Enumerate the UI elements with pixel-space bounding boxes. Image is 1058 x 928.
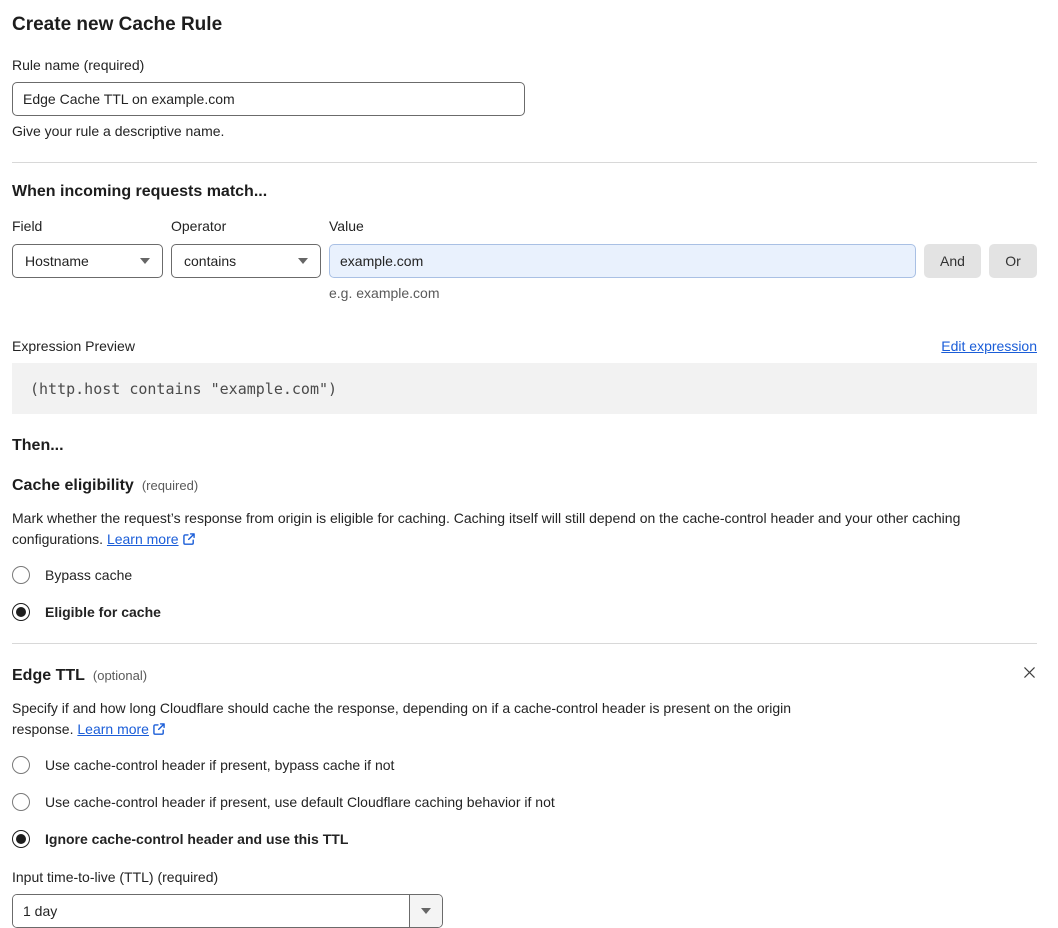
ttl-select[interactable]	[12, 894, 443, 928]
expression-preview-label: Expression Preview	[12, 338, 135, 354]
radio-option-eligible-for-cache[interactable]: Eligible for cache	[12, 603, 1037, 621]
rule-name-input[interactable]	[12, 82, 525, 116]
value-helper: e.g. example.com	[329, 285, 440, 301]
learn-more-link[interactable]: Learn more	[107, 531, 196, 547]
cache-eligibility-description: Mark whether the request’s response from…	[12, 510, 961, 547]
radio-icon	[12, 566, 30, 584]
or-button[interactable]: Or	[989, 244, 1037, 278]
create-cache-rule-form: Create new Cache Rule Rule name (require…	[12, 14, 1037, 928]
cache-eligibility-heading: Cache eligibility	[12, 477, 134, 494]
match-heading: When incoming requests match...	[12, 183, 268, 200]
then-heading: Then...	[12, 437, 64, 454]
radio-option-label: Use cache-control header if present, byp…	[45, 757, 395, 773]
cache-eligibility-options: Bypass cache Eligible for cache	[12, 566, 1037, 621]
radio-icon	[12, 830, 30, 848]
requirement-badge: (optional)	[92, 668, 148, 683]
match-builder: Field Operator Value Hostname contains A…	[12, 218, 1037, 302]
value-label: Value	[329, 218, 364, 234]
radio-icon	[12, 603, 30, 621]
field-label: Field	[12, 218, 43, 234]
ttl-input[interactable]	[13, 895, 409, 927]
page-title: Create new Cache Rule	[12, 14, 223, 35]
external-link-icon	[153, 723, 165, 735]
expression-code: (http.host contains "example.com")	[30, 379, 338, 398]
chevron-down-icon	[140, 258, 150, 264]
rule-name-block: Rule name (required) Give your rule a de…	[12, 57, 1037, 140]
external-link-icon	[182, 533, 195, 545]
radio-icon	[12, 793, 30, 811]
radio-option-label: Eligible for cache	[45, 604, 161, 620]
edge-ttl-header: Edge TTL (optional)	[12, 665, 1037, 685]
edge-ttl-options: Use cache-control header if present, byp…	[12, 756, 1037, 848]
section-divider	[12, 162, 1037, 163]
edit-expression-link[interactable]: Edit expression	[941, 338, 1037, 354]
ttl-label: Input time-to-live (TTL) (required)	[12, 869, 219, 885]
learn-more-link[interactable]: Learn more	[77, 721, 166, 737]
radio-option-label: Bypass cache	[45, 567, 133, 583]
radio-option-label: Ignore cache-control header and use this…	[45, 831, 349, 847]
requirement-badge: (required)	[141, 478, 199, 493]
edge-ttl-heading: Edge TTL	[12, 667, 85, 684]
field-select[interactable]: Hostname	[12, 244, 163, 278]
section-divider	[12, 643, 1037, 644]
rule-name-helper: Give your rule a descriptive name.	[12, 123, 225, 139]
radio-option-use-cc-bypass[interactable]: Use cache-control header if present, byp…	[12, 756, 1037, 774]
radio-option-ignore-cc-ttl[interactable]: Ignore cache-control header and use this…	[12, 830, 1037, 848]
cache-eligibility-header: Cache eligibility (required)	[12, 476, 1037, 495]
operator-select-value: contains	[184, 253, 237, 269]
value-input[interactable]	[329, 244, 916, 278]
close-edge-ttl-button[interactable]	[1022, 665, 1037, 680]
edge-ttl-section: Edge TTL (optional) Specify if and how lo…	[12, 665, 1037, 928]
field-select-value: Hostname	[25, 253, 89, 269]
expression-preview-row: Expression Preview Edit expression	[12, 338, 1037, 354]
operator-select[interactable]: contains	[171, 244, 321, 278]
radio-option-label: Use cache-control header if present, use…	[45, 794, 555, 810]
radio-option-bypass-cache[interactable]: Bypass cache	[12, 566, 1037, 584]
chevron-down-icon	[298, 258, 308, 264]
chevron-down-icon	[421, 908, 431, 914]
operator-label: Operator	[171, 218, 227, 234]
radio-icon	[12, 756, 30, 774]
edge-ttl-description: Specify if and how long Cloudflare shoul…	[12, 700, 792, 737]
expression-code-block: (http.host contains "example.com")	[12, 363, 1037, 414]
and-button[interactable]: And	[924, 244, 981, 278]
cache-eligibility-section: Cache eligibility (required) Mark whether…	[12, 476, 1037, 621]
rule-name-label: Rule name (required)	[12, 57, 145, 73]
radio-option-use-cc-default[interactable]: Use cache-control header if present, use…	[12, 793, 1037, 811]
ttl-dropdown-button[interactable]	[409, 895, 442, 927]
close-icon	[1024, 667, 1035, 678]
